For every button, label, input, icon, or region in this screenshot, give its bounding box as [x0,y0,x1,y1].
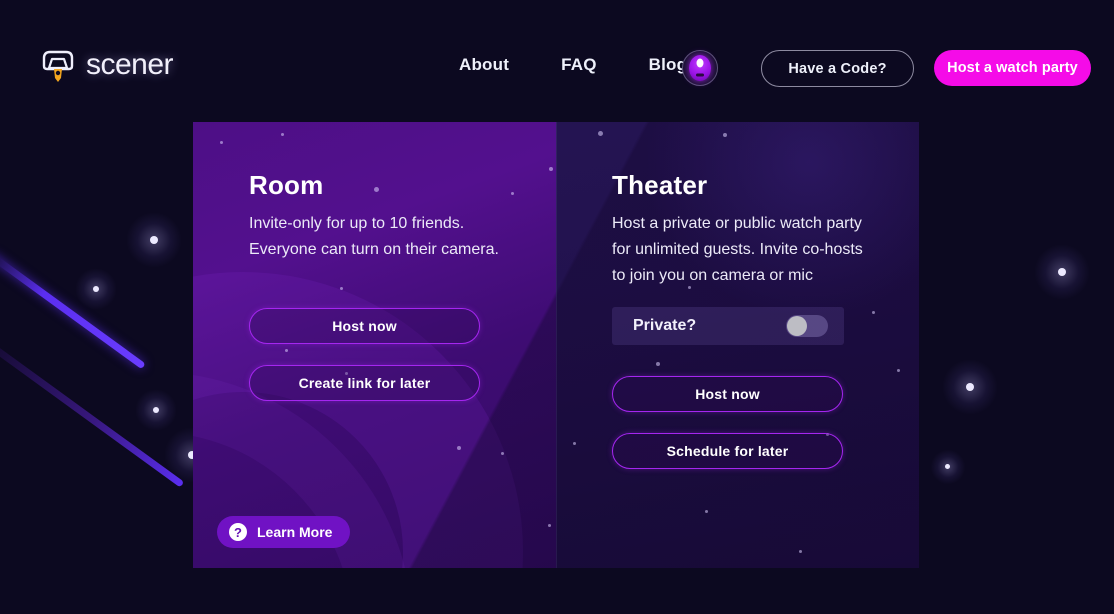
nav-link-about[interactable]: About [459,55,509,75]
theater-description-line-1: Host a private or public watch party [612,215,862,232]
learn-more-label: Learn More [257,524,333,540]
question-mark-icon: ? [229,523,247,541]
theater-description: Host a private or public watch party for… [612,211,912,289]
host-a-watch-party-button[interactable]: Host a watch party [934,50,1091,86]
room-create-link-button[interactable]: Create link for later [249,365,480,401]
main-nav: About FAQ Blog [459,55,687,75]
room-host-now-button[interactable]: Host now [249,308,480,344]
user-avatar-icon[interactable] [682,50,718,86]
have-a-code-button[interactable]: Have a Code? [761,50,914,87]
room-description: Invite-only for up to 10 friends. Everyo… [249,211,549,263]
toggle-knob [787,316,807,336]
room-description-line-1: Invite-only for up to 10 friends. [249,215,465,232]
theater-title: Theater [612,170,708,200]
avatar-blob [689,55,711,81]
private-toggle-row[interactable]: Private? [612,307,844,345]
site-header: scener About FAQ Blog Have a Code? Host … [0,0,1114,122]
brand-logo[interactable]: scener [40,45,174,85]
brand-name: scener [86,48,174,81]
theater-host-now-button[interactable]: Host now [612,376,843,412]
private-label: Private? [633,317,697,334]
learn-more-button[interactable]: ? Learn More [217,516,351,548]
avatar-mouth [696,73,704,77]
nav-link-faq[interactable]: FAQ [561,55,597,75]
theater-description-line-3: to join you on camera or mic [612,267,813,284]
private-toggle-switch[interactable] [786,315,828,337]
room-title: Room [249,170,324,200]
sofa-logo-icon [40,45,76,85]
theater-description-line-2: for unlimited guests. Invite co-hosts [612,241,863,258]
app-root: scener About FAQ Blog Have a Code? Host … [0,0,1114,614]
theater-schedule-button[interactable]: Schedule for later [612,433,843,469]
avatar-eye [696,58,704,68]
room-description-line-2: Everyone can turn on their camera. [249,241,499,258]
